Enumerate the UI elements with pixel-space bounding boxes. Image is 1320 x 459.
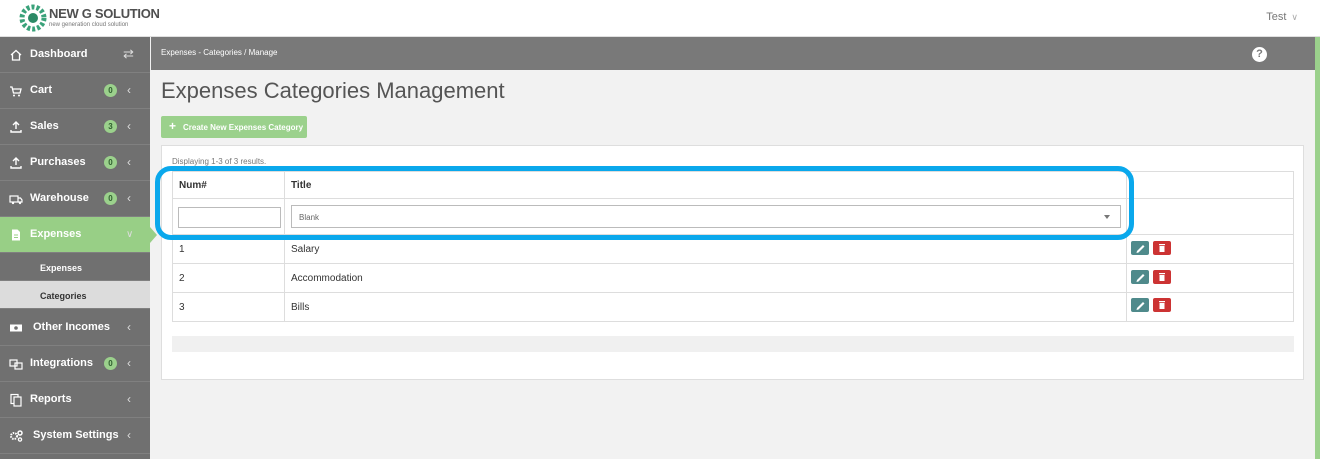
- chevron-left-icon: ‹: [127, 155, 131, 169]
- pencil-icon: [1136, 274, 1145, 282]
- chevron-left-icon: ‹: [127, 356, 131, 370]
- logo-icon: [19, 4, 47, 32]
- trash-icon: [1159, 273, 1165, 281]
- sidebar-item-label: Warehouse: [30, 192, 89, 204]
- plus-icon: +: [169, 119, 177, 133]
- trash-icon: [1159, 244, 1165, 252]
- home-icon: [10, 49, 22, 61]
- sidebar-item-label: Sales: [30, 120, 59, 132]
- count-badge: 0: [104, 192, 117, 205]
- breadcrumb-bar: Expenses - Categories / Manage ?: [151, 37, 1315, 70]
- row-num: 1: [179, 244, 185, 255]
- delete-button[interactable]: [1153, 270, 1171, 284]
- sidebar-item-integrations[interactable]: Integrations 0 ‹: [0, 346, 150, 382]
- edit-button[interactable]: [1131, 241, 1149, 255]
- switch-icon[interactable]: ⇄: [123, 46, 134, 62]
- scrollbar[interactable]: [1315, 37, 1320, 459]
- sidebar-item-dashboard[interactable]: Dashboard ⇄: [0, 37, 150, 73]
- file-icon: [12, 229, 20, 241]
- count-badge: 3: [104, 120, 117, 133]
- chevron-left-icon: ‹: [127, 392, 131, 406]
- submenu-item-expenses[interactable]: Expenses: [0, 253, 150, 281]
- row-divider: [173, 292, 1293, 293]
- money-icon: [10, 324, 22, 332]
- delete-button[interactable]: [1153, 241, 1171, 255]
- row-title: Accommodation: [291, 273, 363, 284]
- submenu-item-label: Categories: [40, 291, 87, 301]
- sidebar-item-warehouse[interactable]: Warehouse 0 ‹: [0, 181, 150, 217]
- page-title: Expenses Categories Management: [161, 78, 505, 103]
- sidebar-item-label: Purchases: [30, 156, 86, 168]
- brand-logo[interactable]: NEW G SOLUTION new generation cloud solu…: [18, 3, 160, 33]
- sidebar-item-purchases[interactable]: Purchases 0 ‹: [0, 145, 150, 181]
- top-bar: NEW G SOLUTION new generation cloud solu…: [0, 0, 1320, 37]
- sidebar-item-other-incomes[interactable]: Other Incomes ‹: [0, 310, 150, 346]
- pencil-icon: [1136, 245, 1145, 253]
- cart-icon: [10, 86, 22, 97]
- upload-icon: [10, 121, 22, 133]
- sidebar-item-expenses[interactable]: Expenses ∨: [0, 217, 150, 253]
- chevron-left-icon: ‹: [127, 119, 131, 133]
- row-num: 2: [179, 273, 185, 284]
- sidebar: Dashboard ⇄ Cart 0 ‹ Sales 3 ‹ Purchases…: [0, 37, 150, 459]
- truck-icon: [9, 195, 23, 205]
- submenu-item-categories[interactable]: Categories: [0, 281, 150, 309]
- brand-name: NEW G SOLUTION: [49, 6, 160, 21]
- sidebar-item-system-settings[interactable]: System Settings ‹: [0, 418, 150, 454]
- pagination-bar: [172, 336, 1294, 352]
- sidebar-item-label: Expenses: [30, 228, 82, 240]
- row-num: 3: [179, 302, 185, 313]
- chevron-down-icon: ∨: [126, 229, 134, 240]
- help-icon[interactable]: ?: [1252, 47, 1267, 62]
- breadcrumb[interactable]: Expenses - Categories / Manage: [161, 48, 278, 57]
- chevron-left-icon: ‹: [127, 83, 131, 97]
- upload-icon: [10, 157, 22, 169]
- trash-icon: [1159, 301, 1165, 309]
- gears-icon: [10, 430, 23, 442]
- edit-button[interactable]: [1131, 270, 1149, 284]
- link-icon: [9, 359, 23, 370]
- sidebar-item-label: System Settings: [33, 429, 119, 441]
- delete-button[interactable]: [1153, 298, 1171, 312]
- create-category-label: Create New Expenses Category: [183, 123, 304, 132]
- chevron-down-icon: ∨: [1291, 12, 1298, 22]
- sidebar-item-label: Other Incomes: [33, 321, 111, 333]
- row-title: Salary: [291, 244, 320, 255]
- chevron-left-icon: ‹: [127, 191, 131, 205]
- pencil-icon: [1136, 302, 1145, 310]
- submenu-item-label: Expenses: [40, 263, 83, 273]
- sidebar-item-label: Integrations: [30, 357, 93, 369]
- user-menu[interactable]: Test ∨: [1266, 11, 1298, 23]
- results-summary: Displaying 1-3 of 3 results.: [172, 157, 267, 166]
- row-divider: [173, 263, 1293, 264]
- count-badge: 0: [104, 357, 117, 370]
- brand-tagline: new generation cloud solution: [49, 22, 129, 28]
- user-name: Test: [1266, 11, 1287, 23]
- sidebar-item-reports[interactable]: Reports ‹: [0, 382, 150, 418]
- chevron-left-icon: ‹: [127, 320, 131, 334]
- row-title: Bills: [291, 302, 310, 313]
- sidebar-item-cart[interactable]: Cart 0 ‹: [0, 73, 150, 109]
- count-badge: 0: [104, 84, 117, 97]
- sidebar-item-label: Dashboard: [30, 48, 88, 60]
- sidebar-item-label: Reports: [30, 393, 72, 405]
- create-category-button[interactable]: + Create New Expenses Category: [161, 116, 307, 138]
- edit-button[interactable]: [1131, 298, 1149, 312]
- chevron-left-icon: ‹: [127, 428, 131, 442]
- count-badge: 0: [104, 156, 117, 169]
- copy-icon: [10, 393, 22, 407]
- sidebar-item-sales[interactable]: Sales 3 ‹: [0, 109, 150, 145]
- highlight-box: [155, 166, 1134, 240]
- sidebar-item-label: Cart: [30, 84, 53, 96]
